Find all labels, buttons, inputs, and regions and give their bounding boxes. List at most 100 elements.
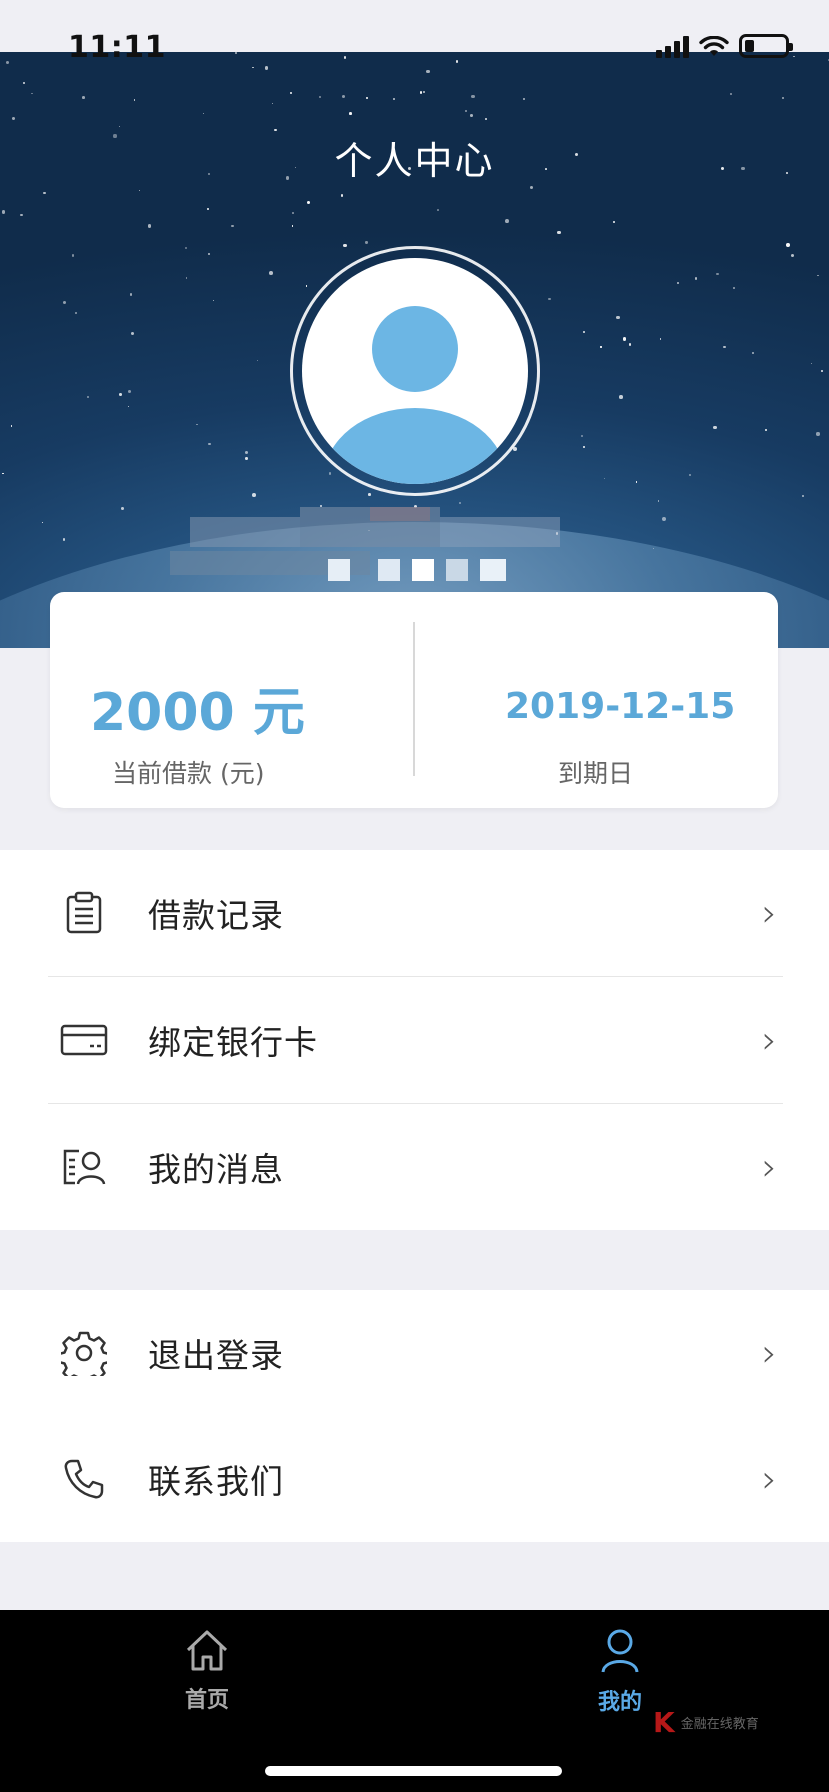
chevron-right-icon: › bbox=[761, 1145, 777, 1189]
star bbox=[196, 423, 198, 426]
star bbox=[628, 343, 632, 346]
star bbox=[22, 82, 25, 85]
signal-icon bbox=[656, 36, 689, 58]
star bbox=[557, 230, 561, 235]
star bbox=[513, 447, 518, 451]
star bbox=[458, 502, 462, 505]
menu-item-label: 退出登录 bbox=[148, 1336, 284, 1375]
star bbox=[792, 55, 795, 58]
star bbox=[764, 428, 767, 432]
card-divider bbox=[413, 622, 415, 776]
star bbox=[341, 95, 346, 99]
star bbox=[31, 92, 33, 95]
star bbox=[365, 241, 368, 244]
home-icon bbox=[186, 1630, 228, 1671]
star bbox=[817, 274, 819, 277]
star bbox=[41, 521, 44, 524]
menu-item-my-messages[interactable]: 我的消息 › bbox=[0, 1104, 829, 1230]
star bbox=[716, 272, 719, 275]
star bbox=[547, 297, 551, 301]
star bbox=[820, 369, 824, 373]
star bbox=[368, 493, 371, 496]
star bbox=[713, 425, 718, 430]
star bbox=[619, 395, 623, 399]
watermark-text: 金融在线教育 bbox=[680, 1717, 759, 1732]
star bbox=[290, 91, 293, 94]
menu-item-label: 借款记录 bbox=[148, 896, 284, 935]
menu-item-logout[interactable]: 退出登录 › bbox=[0, 1290, 829, 1416]
bank-card-icon bbox=[60, 1016, 108, 1064]
phone-icon bbox=[60, 1455, 108, 1503]
star bbox=[622, 337, 627, 341]
star bbox=[212, 300, 215, 302]
status-bar: 11:11 bbox=[0, 0, 829, 65]
star bbox=[71, 253, 75, 257]
menu-item-label: 联系我们 bbox=[148, 1462, 284, 1501]
star bbox=[127, 390, 131, 394]
star bbox=[505, 218, 509, 223]
star bbox=[464, 109, 468, 113]
star bbox=[2, 472, 4, 475]
status-time: 11:11 bbox=[68, 30, 166, 65]
star bbox=[393, 98, 395, 101]
star bbox=[82, 96, 86, 99]
star bbox=[522, 97, 525, 100]
due-date-label: 到期日 bbox=[558, 759, 634, 788]
wifi-icon bbox=[699, 36, 729, 56]
star bbox=[252, 66, 254, 69]
star bbox=[365, 96, 369, 100]
star bbox=[426, 69, 431, 74]
loan-summary-card: 2000 元 当前借款 (元) 2019-12-15 到期日 bbox=[50, 592, 778, 808]
star bbox=[129, 293, 133, 296]
current-loan-amount: 2000 元 bbox=[90, 683, 305, 743]
chevron-right-icon: › bbox=[761, 1018, 777, 1062]
star bbox=[118, 392, 122, 396]
star bbox=[235, 52, 238, 55]
star bbox=[138, 189, 141, 192]
user-icon bbox=[601, 1629, 639, 1673]
current-loan-label: 当前借款 (元) bbox=[112, 759, 265, 788]
avatar-head bbox=[372, 306, 458, 392]
menu-item-contact-us[interactable]: 联系我们 › bbox=[0, 1416, 829, 1542]
star bbox=[62, 538, 65, 541]
star bbox=[63, 301, 67, 305]
menu-group-settings: 退出登录 › 联系我们 › bbox=[0, 1290, 829, 1542]
star bbox=[272, 102, 274, 105]
star bbox=[781, 96, 785, 100]
star bbox=[695, 277, 698, 280]
star bbox=[723, 345, 726, 349]
star bbox=[74, 311, 78, 314]
tab-home[interactable]: 首页 bbox=[147, 1628, 267, 1714]
star bbox=[133, 99, 136, 101]
star bbox=[256, 359, 258, 361]
menu-item-loan-records[interactable]: 借款记录 › bbox=[0, 850, 829, 976]
menu-item-bind-bank-card[interactable]: 绑定银行卡 › bbox=[0, 977, 829, 1103]
star bbox=[86, 395, 89, 398]
star bbox=[43, 191, 46, 195]
watermark: K 金融在线教育 bbox=[653, 1706, 759, 1739]
star bbox=[732, 287, 735, 290]
star bbox=[730, 93, 732, 95]
star bbox=[245, 450, 249, 454]
star bbox=[206, 207, 210, 210]
avatar[interactable] bbox=[302, 258, 528, 484]
star bbox=[785, 243, 790, 247]
star bbox=[688, 473, 692, 477]
menu-item-label: 我的消息 bbox=[148, 1150, 284, 1189]
star bbox=[470, 113, 473, 117]
star bbox=[10, 425, 12, 427]
star bbox=[203, 113, 205, 115]
star bbox=[251, 493, 256, 498]
message-user-icon bbox=[60, 1143, 108, 1191]
star bbox=[811, 363, 813, 365]
chevron-right-icon: › bbox=[761, 1457, 777, 1501]
due-date: 2019-12-15 bbox=[505, 686, 736, 727]
star bbox=[423, 91, 426, 94]
tab-mine[interactable]: 我的 bbox=[560, 1628, 680, 1716]
star bbox=[582, 445, 586, 449]
star bbox=[659, 338, 662, 340]
star bbox=[19, 213, 23, 217]
clipboard-icon bbox=[60, 889, 108, 937]
star bbox=[265, 66, 269, 70]
star bbox=[635, 481, 638, 483]
